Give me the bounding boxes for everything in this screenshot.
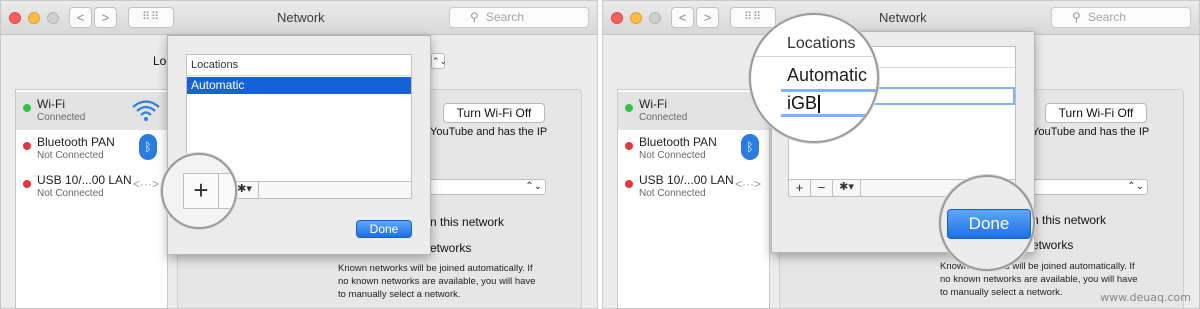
status-dot-disconnected: [625, 180, 633, 188]
new-location-field-zoomed[interactable]: iGB: [781, 89, 877, 117]
add-location-button-zoomed[interactable]: +: [183, 173, 219, 209]
screenshot-canvas: < > ⠿⠿ Network ⚲ Search Loc ⌃⌄ Wi-Fi Con…: [0, 0, 1200, 309]
locations-header: Locations: [187, 55, 411, 76]
chevron-right-icon: >: [703, 10, 712, 25]
back-button[interactable]: <: [671, 7, 694, 28]
known-networks-line: to manually select a network.: [338, 289, 461, 300]
new-location-value: iGB: [787, 93, 818, 113]
status-dot-connected: [23, 104, 31, 112]
bluetooth-icon: ᛒ: [741, 134, 759, 160]
service-name: Wi-Fi: [639, 97, 667, 111]
show-all-button[interactable]: ⠿⠿: [730, 7, 776, 28]
remove-location-button[interactable]: −: [811, 180, 833, 196]
service-list: Wi-Fi Connected Bluetooth PAN Not Connec…: [617, 89, 770, 308]
show-all-button[interactable]: ⠿⠿: [128, 7, 174, 28]
service-name: Wi-Fi: [37, 97, 65, 111]
forward-button[interactable]: >: [94, 7, 117, 28]
known-networks-label: etworks: [430, 241, 472, 255]
title-bar: < > ⠿⠿ Network ⚲ Search: [603, 1, 1199, 35]
chevron-left-icon: <: [678, 10, 687, 25]
service-item-usb-lan[interactable]: USB 10/...00 LAN Not Connected <···>: [16, 168, 167, 206]
wifi-icon: [132, 100, 160, 121]
service-status: Connected: [639, 112, 688, 123]
service-name: Bluetooth PAN: [639, 135, 717, 149]
service-item-wifi[interactable]: Wi-Fi Connected: [16, 92, 167, 130]
service-item-bluetooth-pan[interactable]: Bluetooth PAN Not Connected ᛒ: [618, 130, 769, 168]
service-status: Connected: [37, 112, 86, 123]
turn-wifi-off-button[interactable]: Turn Wi-Fi Off: [443, 103, 545, 123]
close-window-button[interactable]: [611, 12, 623, 24]
chevron-left-icon: <: [76, 10, 85, 25]
window-title: Network: [277, 10, 325, 25]
network-window-left: < > ⠿⠿ Network ⚲ Search Loc ⌃⌄ Wi-Fi Con…: [0, 0, 598, 309]
window-title: Network: [879, 10, 927, 25]
watermark-text: www.deuaq.com: [1100, 291, 1191, 304]
service-item-wifi[interactable]: Wi-Fi Connected: [618, 92, 769, 130]
forward-button[interactable]: >: [696, 7, 719, 28]
search-placeholder: Search: [1088, 10, 1127, 24]
done-button[interactable]: Done: [356, 220, 412, 238]
service-list: Wi-Fi Connected Bluetooth PAN Not Connec…: [15, 89, 168, 308]
location-item-automatic[interactable]: Automatic: [187, 77, 411, 94]
known-networks-description: Known networks will be joined automatica…: [338, 262, 578, 301]
grid-icon: ⠿⠿: [141, 11, 161, 23]
close-window-button[interactable]: [9, 12, 21, 24]
magnifier-location-list: Locations Automatic iGB: [749, 13, 879, 143]
service-item-usb-lan[interactable]: USB 10/...00 LAN Not Connected <···>: [618, 168, 769, 206]
status-dot-disconnected: [625, 142, 633, 150]
status-description: YouTube and has the IP: [1032, 126, 1150, 138]
search-icon: ⚲: [1072, 10, 1081, 24]
add-location-button[interactable]: +: [789, 180, 811, 196]
done-button-zoomed[interactable]: Done: [947, 209, 1031, 239]
minimize-window-button[interactable]: [630, 12, 642, 24]
status-dot-connected: [625, 104, 633, 112]
magnifier-done-button: Done: [939, 175, 1035, 271]
ask-join-label: n this network: [430, 215, 505, 229]
service-status: Not Connected: [639, 188, 706, 199]
known-networks-label: etworks: [1032, 238, 1074, 252]
zoom-window-button[interactable]: [47, 12, 59, 24]
ethernet-icon: <···>: [734, 177, 761, 191]
gear-menu-button[interactable]: ✱▾: [833, 180, 861, 196]
search-input[interactable]: ⚲ Search: [1051, 7, 1191, 28]
search-icon: ⚲: [470, 10, 479, 24]
network-name-popup[interactable]: ⌃⌄: [1020, 179, 1148, 195]
known-networks-line: Known networks will be joined automatica…: [338, 263, 533, 274]
service-item-bluetooth-pan[interactable]: Bluetooth PAN Not Connected ᛒ: [16, 130, 167, 168]
search-input[interactable]: ⚲ Search: [449, 7, 589, 28]
status-description: YouTube and has the IP: [430, 126, 548, 138]
known-networks-line: no known networks are available, you wil…: [940, 274, 1138, 285]
minimize-window-button[interactable]: [28, 12, 40, 24]
ethernet-icon: <···>: [132, 177, 159, 191]
bluetooth-icon: ᛒ: [139, 134, 157, 160]
back-button[interactable]: <: [69, 7, 92, 28]
zoom-window-button[interactable]: [649, 12, 661, 24]
service-name: USB 10/...00 LAN: [639, 173, 734, 187]
network-name-popup[interactable]: ⌃⌄: [418, 179, 546, 195]
location-popup-arrows[interactable]: ⌃⌄: [431, 53, 447, 69]
turn-wifi-off-button[interactable]: Turn Wi-Fi Off: [1045, 103, 1147, 123]
service-name: Bluetooth PAN: [37, 135, 115, 149]
text-cursor: [818, 95, 821, 114]
chevron-right-icon: >: [101, 10, 110, 25]
known-networks-line: no known networks are available, you wil…: [338, 276, 536, 287]
location-item-automatic-zoomed: Automatic: [787, 65, 868, 85]
service-status: Not Connected: [37, 150, 104, 161]
title-bar: < > ⠿⠿ Network ⚲ Search: [1, 1, 597, 35]
service-status: Not Connected: [37, 188, 104, 199]
search-placeholder: Search: [486, 10, 525, 24]
magnifier-add-button: +: [161, 153, 237, 229]
service-status: Not Connected: [639, 150, 706, 161]
grid-icon: ⠿⠿: [743, 11, 763, 23]
service-name: USB 10/...00 LAN: [37, 173, 132, 187]
status-dot-disconnected: [23, 142, 31, 150]
status-dot-disconnected: [23, 180, 31, 188]
network-window-right: < > ⠿⠿ Network ⚲ Search Wi-Fi Connected …: [602, 0, 1200, 309]
locations-header-zoomed: Locations: [751, 31, 877, 57]
ask-join-label: n this network: [1032, 213, 1107, 227]
toolbar-zoomed: [219, 173, 235, 209]
